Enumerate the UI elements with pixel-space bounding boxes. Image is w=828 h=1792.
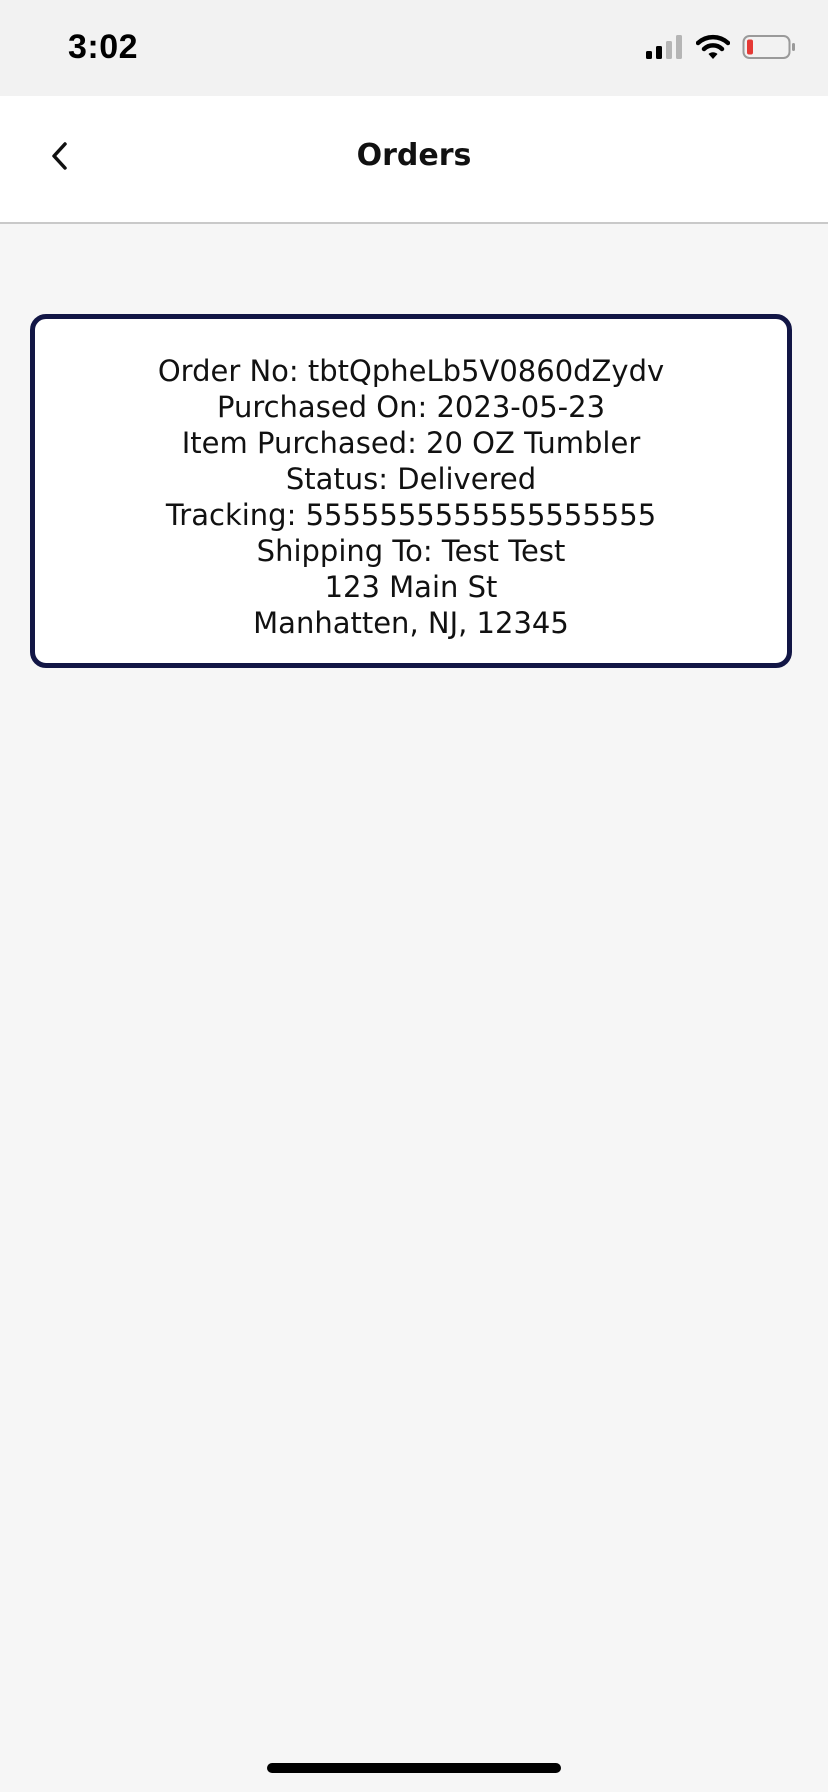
address-line-1: 123 Main St — [324, 570, 498, 604]
item-purchased: Item Purchased: 20 OZ Tumbler — [181, 426, 641, 460]
home-indicator[interactable] — [267, 1763, 561, 1773]
order-status: Status: Delivered — [285, 462, 537, 496]
cellular-signal-icon — [646, 35, 684, 63]
page-title: Orders — [356, 138, 472, 173]
order-number: Order No: tbtQpheLb5V0860dZydv — [157, 354, 665, 388]
address-line-2: Manhatten, NJ, 12345 — [253, 606, 569, 640]
status-bar: 3:02 — [0, 0, 828, 96]
purchase-date: Purchased On: 2023-05-23 — [216, 390, 606, 424]
status-time: 3:02 — [68, 28, 139, 66]
status-icons — [646, 34, 796, 64]
order-card[interactable]: Order No: tbtQpheLb5V0860dZydv Purchased… — [30, 314, 792, 668]
nav-bar: Orders — [0, 96, 828, 224]
battery-low-icon — [742, 34, 796, 64]
tracking-number: Tracking: 5555555555555555555 — [165, 498, 657, 532]
wifi-icon — [695, 34, 731, 64]
shipping-recipient: Shipping To: Test Test — [256, 534, 566, 568]
